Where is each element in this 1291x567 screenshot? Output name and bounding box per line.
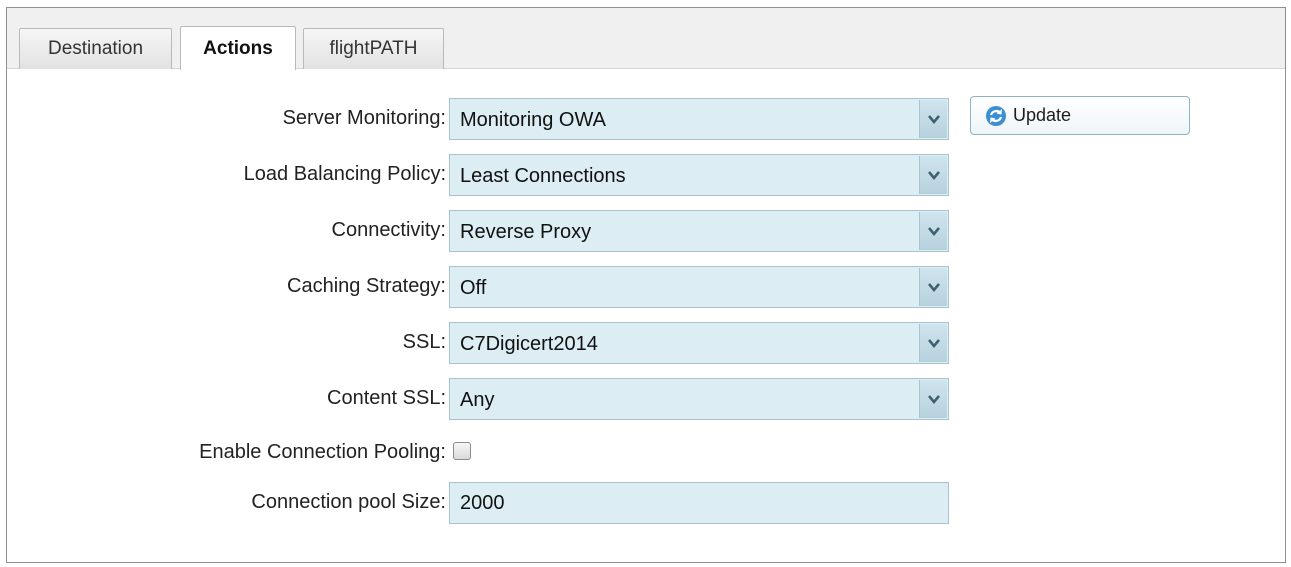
content-ssl-select[interactable]: Any — [449, 378, 949, 420]
load-balancing-select[interactable]: Least Connections — [449, 154, 949, 196]
pool-size-label: Connection pool Size: — [251, 491, 446, 513]
tab-actions[interactable]: Actions — [180, 26, 296, 70]
content-ssl-label: Content SSL: — [327, 387, 446, 409]
chevron-down-icon[interactable] — [919, 156, 947, 194]
server-monitoring-value: Monitoring OWA — [460, 109, 606, 131]
update-button[interactable]: Update — [970, 96, 1190, 135]
tab-flightpath-label: flightPATH — [329, 38, 418, 59]
tab-destination-label: Destination — [47, 38, 144, 59]
settings-panel: Destination Actions flightPATH Server Mo… — [6, 7, 1286, 563]
tab-destination[interactable]: Destination — [19, 28, 172, 69]
connectivity-value: Reverse Proxy — [460, 221, 592, 243]
row-caching-strategy: Caching Strategy: Off — [7, 264, 1285, 308]
row-pool-size: Connection pool Size: 2000 — [7, 480, 1285, 524]
server-monitoring-label: Server Monitoring: — [282, 107, 446, 129]
row-connection-pooling: Enable Connection Pooling: — [7, 430, 1285, 474]
content-ssl-value: Any — [460, 389, 495, 411]
row-ssl: SSL: C7Digicert2014 — [7, 320, 1285, 364]
server-monitoring-select[interactable]: Monitoring OWA — [449, 98, 949, 140]
chevron-down-icon[interactable] — [919, 380, 947, 418]
load-balancing-value: Least Connections — [460, 165, 626, 187]
caching-strategy-value: Off — [460, 277, 487, 299]
ssl-label: SSL: — [402, 331, 446, 353]
row-content-ssl: Content SSL: Any — [7, 376, 1285, 420]
caching-strategy-label: Caching Strategy: — [287, 275, 446, 297]
chevron-down-icon[interactable] — [919, 268, 947, 306]
pool-size-input[interactable]: 2000 — [449, 482, 949, 524]
update-button-label: Update — [1013, 105, 1072, 125]
chevron-down-icon[interactable] — [919, 324, 947, 362]
row-load-balancing: Load Balancing Policy: Least Connections — [7, 152, 1285, 196]
tab-flightpath[interactable]: flightPATH — [303, 28, 444, 69]
chevron-down-icon[interactable] — [919, 100, 947, 138]
connection-pooling-label: Enable Connection Pooling: — [199, 441, 446, 463]
refresh-icon — [985, 105, 1007, 127]
ssl-select[interactable]: C7Digicert2014 — [449, 322, 949, 364]
chevron-down-icon[interactable] — [919, 212, 947, 250]
tab-bar: Destination Actions flightPATH — [7, 8, 1285, 70]
load-balancing-label: Load Balancing Policy: — [243, 163, 446, 185]
connection-pooling-checkbox[interactable] — [453, 442, 471, 460]
caching-strategy-select[interactable]: Off — [449, 266, 949, 308]
ssl-value: C7Digicert2014 — [460, 333, 598, 355]
tab-actions-label: Actions — [203, 37, 273, 59]
row-connectivity: Connectivity: Reverse Proxy — [7, 208, 1285, 252]
connectivity-select[interactable]: Reverse Proxy — [449, 210, 949, 252]
connectivity-label: Connectivity: — [331, 219, 447, 241]
